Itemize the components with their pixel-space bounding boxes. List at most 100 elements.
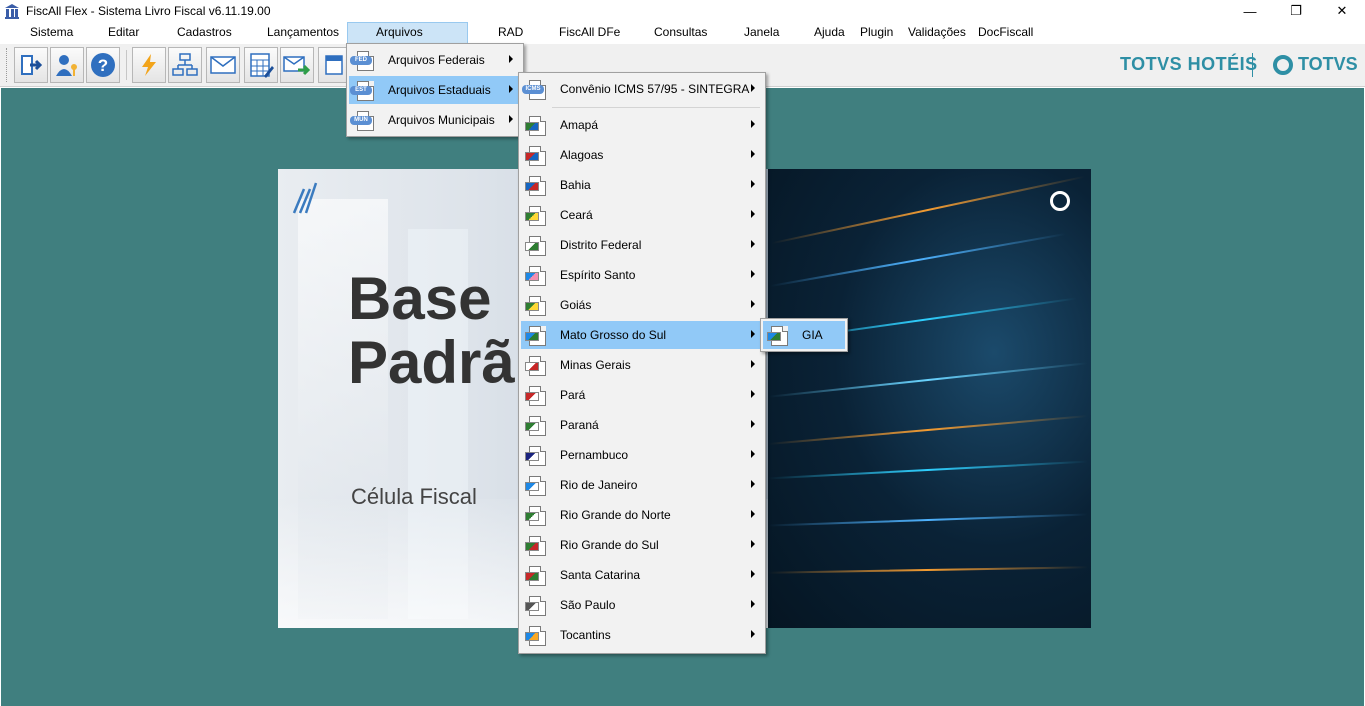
user-key-icon xyxy=(56,55,77,76)
menu-item-minas-gerais[interactable]: Minas Gerais xyxy=(521,351,763,379)
menu-rad[interactable]: RAD xyxy=(491,22,530,44)
menu-lancamentos[interactable]: Lançamentos xyxy=(260,22,346,44)
app-icon[interactable] xyxy=(4,3,20,19)
close-button[interactable]: ✕ xyxy=(1319,0,1365,22)
title-bar: FiscAll Flex - Sistema Livro Fiscal v6.1… xyxy=(0,0,1365,22)
submenu-arrow-icon xyxy=(751,270,755,278)
help-button[interactable]: ? xyxy=(86,47,120,83)
splash-title-line1: Base xyxy=(348,265,492,332)
menu-validacoes[interactable]: Validações xyxy=(901,22,973,44)
submenu-arrow-icon xyxy=(751,420,755,428)
menu-item-para[interactable]: Pará xyxy=(521,381,763,409)
flag-pernambuco-icon xyxy=(525,445,547,466)
menu-item-santa-catarina[interactable]: Santa Catarina xyxy=(521,561,763,589)
menu-item-amapa[interactable]: Amapá xyxy=(521,111,763,139)
user-key-button[interactable] xyxy=(50,47,84,83)
help-icon: ? xyxy=(91,53,115,77)
lightning-icon xyxy=(142,54,156,76)
lightning-button[interactable] xyxy=(132,47,166,83)
menu-item-label: Tocantins xyxy=(560,628,611,642)
menu-item-label: São Paulo xyxy=(560,598,616,612)
file-icms-icon: ICMS xyxy=(522,79,547,100)
submenu-arrow-icon xyxy=(751,600,755,608)
splash-title-line2: Padrã xyxy=(348,329,515,396)
menu-item-rio-grande-do-norte[interactable]: Rio Grande do Norte xyxy=(521,501,763,529)
menu-item-label: Minas Gerais xyxy=(560,358,631,372)
submenu-arrow-icon xyxy=(751,210,755,218)
submenu-arrow-icon xyxy=(751,540,755,548)
exit-button[interactable] xyxy=(14,47,48,83)
menu-item-label: Convênio ICMS 57/95 - SINTEGRA xyxy=(560,82,750,96)
menu-item-tocantins[interactable]: Tocantins xyxy=(521,621,763,649)
menu-sistema[interactable]: Sistema xyxy=(23,22,80,44)
menu-item-alagoas[interactable]: Alagoas xyxy=(521,141,763,169)
submenu-arrow-icon xyxy=(751,450,755,458)
menu-item-mato-grosso-do-sul[interactable]: Mato Grosso do Sul xyxy=(521,321,763,349)
menu-item-label: Pernambuco xyxy=(560,448,629,462)
exit-icon xyxy=(21,55,43,75)
menu-item-arquivos-federais[interactable]: FED Arquivos Federais xyxy=(349,46,521,74)
menu-item-goias[interactable]: Goiás xyxy=(521,291,763,319)
menu-plugin[interactable]: Plugin xyxy=(853,22,900,44)
submenu-arrow-icon xyxy=(509,115,513,123)
submenu-arrow-icon xyxy=(751,360,755,368)
submenu-arrow-icon xyxy=(751,180,755,188)
menu-arquivos-fiscais[interactable]: Arquivos Fiscais xyxy=(347,22,468,58)
menu-item-rio-grande-do-sul[interactable]: Rio Grande do Sul xyxy=(521,531,763,559)
calculator-button[interactable] xyxy=(244,47,278,83)
menu-editar[interactable]: Editar xyxy=(101,22,146,44)
menu-item-distrito-federal[interactable]: Distrito Federal xyxy=(521,231,763,259)
menu-separator xyxy=(552,107,760,108)
menu-fiscall-dfe[interactable]: FiscAll DFe xyxy=(552,22,627,44)
menu-docfiscall[interactable]: DocFiscall xyxy=(971,22,1040,44)
menu-item-label: Arquivos Estaduais xyxy=(388,83,491,97)
submenu-arrow-icon xyxy=(509,85,513,93)
flag-parana-icon xyxy=(525,415,547,436)
submenu-arrow-icon xyxy=(751,630,755,638)
menu-consultas[interactable]: Consultas xyxy=(647,22,714,44)
menu-item-rio-de-janeiro[interactable]: Rio de Janeiro xyxy=(521,471,763,499)
menu-item-espirito-santo[interactable]: Espírito Santo xyxy=(521,261,763,289)
menu-item-convenio-icms-57-95-sintegra[interactable]: ICMS Convênio ICMS 57/95 - SINTEGRA xyxy=(521,75,763,103)
menu-item-ceara[interactable]: Ceará xyxy=(521,201,763,229)
menu-bar: Sistema Editar Cadastros Lançamentos Arq… xyxy=(0,22,1365,58)
menu-item-label: Arquivos Municipais xyxy=(388,113,495,127)
menu-item-label: Rio de Janeiro xyxy=(560,478,638,492)
menu-ajuda[interactable]: Ajuda xyxy=(807,22,852,44)
menu-item-label: Espírito Santo xyxy=(560,268,636,282)
decorative-slashes-icon xyxy=(292,182,318,214)
submenu-arrow-icon xyxy=(751,330,755,338)
menu-item-gia[interactable]: GIA xyxy=(763,321,845,349)
hierarchy-button[interactable] xyxy=(168,47,202,83)
flag-distrito-federal-icon xyxy=(525,235,547,256)
flag-mato-grosso-do-sul-icon xyxy=(525,325,547,346)
restore-button[interactable]: ❐ xyxy=(1273,0,1319,22)
brand-totvs: TOTVS xyxy=(1273,54,1358,75)
brand-divider xyxy=(1252,53,1253,77)
menu-item-label: Alagoas xyxy=(560,148,604,162)
flag-goias-icon xyxy=(525,295,547,316)
calendar-button[interactable] xyxy=(318,47,348,83)
menu-item-label: Ceará xyxy=(560,208,593,222)
mail-button[interactable] xyxy=(206,47,240,83)
flag-tocantins-icon xyxy=(525,625,547,646)
menu-item-label: Arquivos Federais xyxy=(388,53,485,67)
menu-item-label: GIA xyxy=(802,328,823,342)
menu-item-arquivos-municipais[interactable]: MUN Arquivos Municipais xyxy=(349,106,521,134)
file-mun-icon: MUN xyxy=(350,110,375,131)
menu-item-label: Rio Grande do Sul xyxy=(560,538,659,552)
menu-item-sao-paulo[interactable]: São Paulo xyxy=(521,591,763,619)
menu-item-label: Bahia xyxy=(560,178,591,192)
mail-send-button[interactable] xyxy=(280,47,314,83)
menu-item-pernambuco[interactable]: Pernambuco xyxy=(521,441,763,469)
minimize-button[interactable]: — xyxy=(1227,0,1273,22)
menu-item-arquivos-estaduais[interactable]: EST Arquivos Estaduais xyxy=(349,76,521,104)
flag-santa-catarina-icon xyxy=(525,565,547,586)
toolbar-grip[interactable] xyxy=(6,48,9,82)
menu-cadastros[interactable]: Cadastros xyxy=(170,22,239,44)
menu-item-parana[interactable]: Paraná xyxy=(521,411,763,439)
menu-janela[interactable]: Janela xyxy=(737,22,786,44)
flag-bahia-icon xyxy=(525,175,547,196)
brand-totvs-hoteis: TOTVS HOTÉIS xyxy=(1120,54,1258,74)
menu-item-bahia[interactable]: Bahia xyxy=(521,171,763,199)
